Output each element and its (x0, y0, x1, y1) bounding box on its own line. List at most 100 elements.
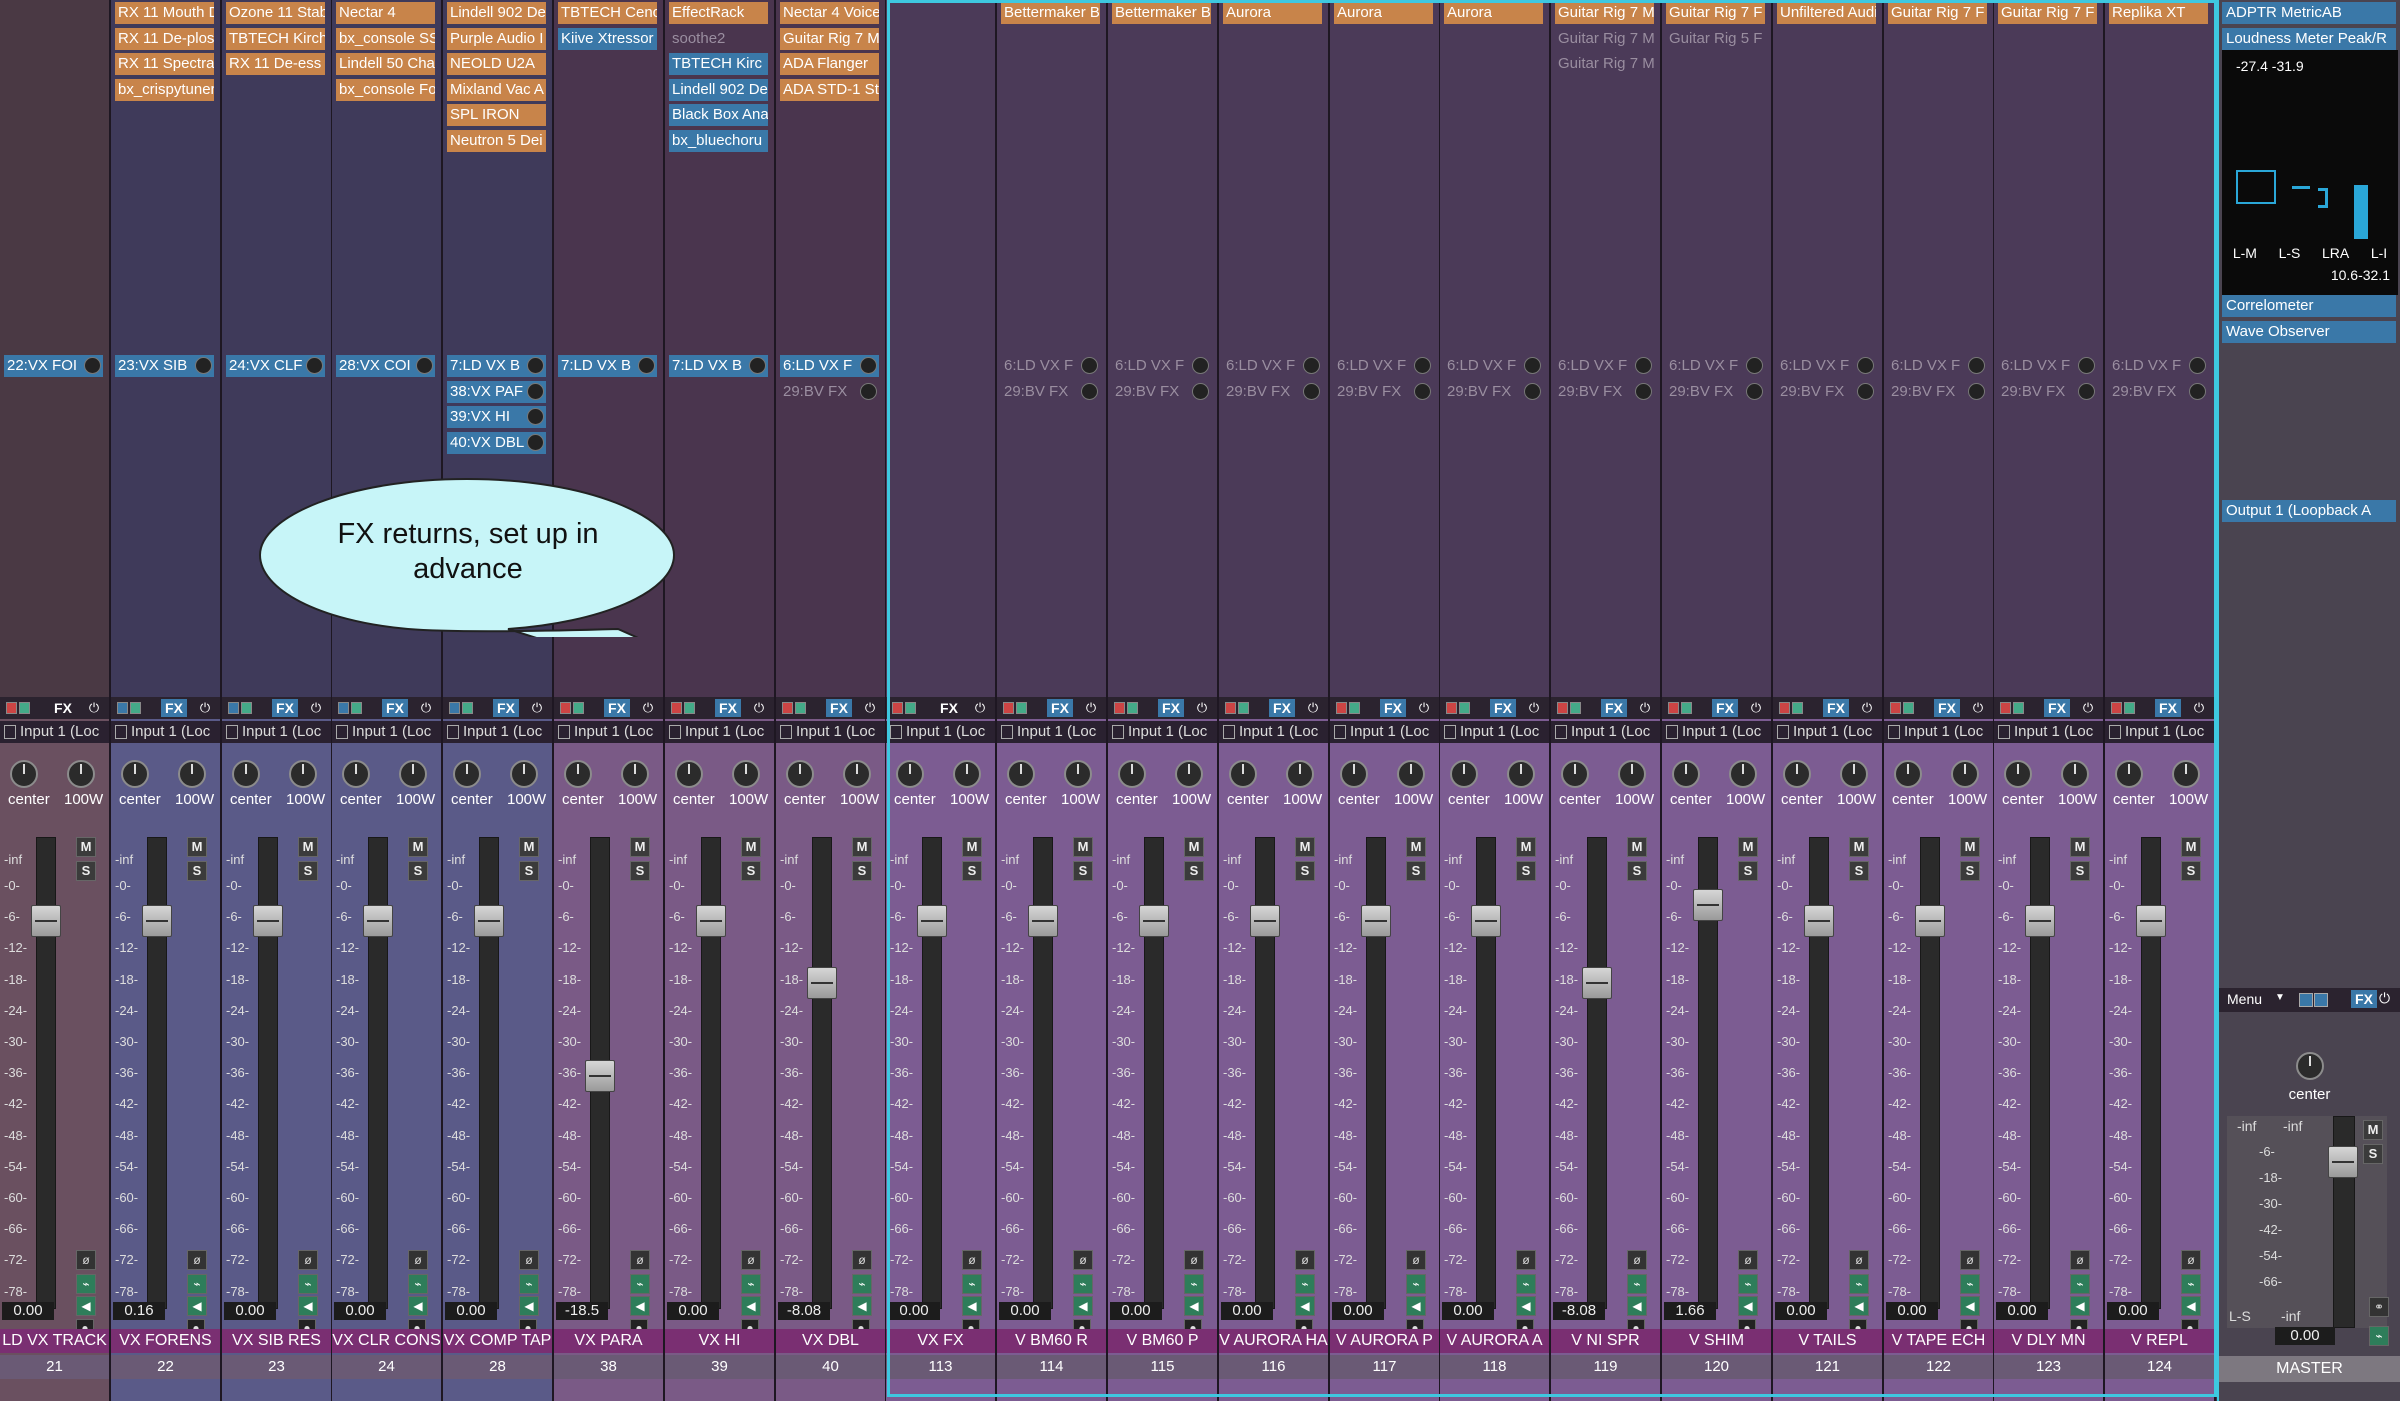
volume-readout[interactable]: 0.00 (334, 1302, 386, 1320)
fx-button[interactable]: FX (715, 699, 741, 717)
send-level-knob[interactable] (306, 357, 323, 374)
solo-button[interactable]: S (1849, 861, 1869, 881)
input-selector[interactable]: Input 1 (Loc (776, 721, 885, 743)
width-knob[interactable] (1064, 760, 1092, 788)
width-knob[interactable] (2061, 760, 2089, 788)
solo-button[interactable]: S (1516, 861, 1536, 881)
send-level-knob[interactable] (2078, 357, 2095, 374)
monitor-icon[interactable]: ◀ (1295, 1296, 1315, 1316)
mute-button[interactable]: M (1516, 837, 1536, 857)
phase-icon[interactable]: ø (852, 1250, 872, 1270)
send-slot[interactable]: 29:BV FX (1998, 381, 2097, 403)
fx-button[interactable]: FX (1269, 699, 1295, 717)
send-level-knob[interactable] (2189, 357, 2206, 374)
insert-slot[interactable]: TBTECH Cenc (558, 2, 657, 24)
send-level-knob[interactable] (527, 382, 544, 400)
input-selector[interactable]: Input 1 (Loc (886, 721, 995, 743)
monitor-icon[interactable]: ◀ (519, 1296, 539, 1316)
send-slot[interactable]: 29:BV FX (780, 381, 879, 403)
solo-button[interactable]: S (1073, 861, 1093, 881)
phase-icon[interactable]: ø (1960, 1250, 1980, 1270)
color-swatch[interactable] (2299, 993, 2313, 1007)
send-level-knob[interactable] (1303, 382, 1320, 400)
fader-thumb[interactable] (917, 904, 947, 937)
fader-thumb[interactable] (1139, 904, 1169, 937)
color-swatch[interactable] (905, 702, 916, 714)
monitor-icon[interactable]: ◀ (852, 1296, 872, 1316)
fx-button[interactable]: FX (1823, 699, 1849, 717)
insert-slot[interactable]: Guitar Rig 5 F (1666, 28, 1765, 50)
monitor-icon[interactable]: ◀ (741, 1296, 761, 1316)
solo-button[interactable]: S (962, 861, 982, 881)
fx-button[interactable]: FX (50, 699, 76, 717)
color-swatch[interactable] (2314, 993, 2328, 1007)
master-insert[interactable]: ADPTR MetricAB (2222, 2, 2396, 24)
width-knob[interactable] (1175, 760, 1203, 788)
pan-knob[interactable] (1340, 760, 1368, 788)
mute-button[interactable]: M (1406, 837, 1426, 857)
solo-button[interactable]: S (2070, 861, 2090, 881)
monitor-icon[interactable]: ◀ (1627, 1296, 1647, 1316)
pan-knob[interactable] (675, 760, 703, 788)
fader-thumb[interactable] (1471, 904, 1501, 937)
power-icon[interactable]: ⏻ (1637, 700, 1653, 716)
color-swatch[interactable] (462, 702, 473, 714)
color-swatch[interactable] (2000, 702, 2011, 714)
send-level-knob[interactable] (860, 382, 877, 400)
input-selector[interactable]: Input 1 (Loc (665, 721, 774, 743)
fader-thumb[interactable] (142, 904, 172, 937)
mute-button[interactable]: M (1627, 837, 1647, 857)
monitor-icon[interactable]: ◀ (1184, 1296, 1204, 1316)
input-selector[interactable]: Input 1 (Loc (1884, 721, 1993, 743)
color-swatch[interactable] (1446, 702, 1457, 714)
fx-button[interactable]: FX (382, 699, 408, 717)
pan-knob[interactable] (1561, 760, 1589, 788)
color-swatch[interactable] (684, 702, 695, 714)
phase-icon[interactable]: ø (1627, 1250, 1647, 1270)
fader-thumb[interactable] (1028, 904, 1058, 937)
width-knob[interactable] (1840, 760, 1868, 788)
color-swatch[interactable] (19, 702, 30, 714)
pan-knob[interactable] (232, 760, 260, 788)
width-knob[interactable] (1618, 760, 1646, 788)
insert-slot[interactable]: Lindell 902 De (669, 78, 768, 101)
automation-icon[interactable]: ⌁ (187, 1274, 207, 1294)
color-swatch[interactable] (1336, 702, 1347, 714)
send-slot[interactable]: 6:LD VX F (1888, 355, 1987, 377)
power-icon[interactable]: ⏻ (640, 700, 656, 716)
insert-slot[interactable]: TBTECH Kirc (669, 53, 768, 76)
color-swatch[interactable] (117, 702, 128, 714)
power-icon[interactable]: ⏻ (1859, 700, 1875, 716)
power-icon[interactable]: ⏻ (1970, 700, 1986, 716)
volume-readout[interactable]: 0.00 (1221, 1302, 1273, 1320)
send-level-knob[interactable] (1414, 357, 1431, 374)
mute-button[interactable]: M (187, 837, 207, 857)
phase-icon[interactable]: ø (1073, 1250, 1093, 1270)
monitor-icon[interactable]: ◀ (408, 1296, 428, 1316)
volume-readout[interactable]: 0.00 (2107, 1302, 2159, 1320)
width-knob[interactable] (621, 760, 649, 788)
color-swatch[interactable] (671, 702, 682, 714)
automation-icon[interactable]: ⌁ (408, 1274, 428, 1294)
input-selector[interactable]: Input 1 (Loc (1440, 721, 1549, 743)
monitor-icon[interactable]: ◀ (1516, 1296, 1536, 1316)
input-selector[interactable]: Input 1 (Loc (2105, 721, 2214, 743)
automation-icon[interactable]: ⌁ (1295, 1274, 1315, 1294)
power-icon[interactable]: ⏻ (86, 700, 102, 716)
monitor-icon[interactable]: ◀ (187, 1296, 207, 1316)
automation-icon[interactable]: ⌁ (1516, 1274, 1536, 1294)
insert-slot[interactable]: SPL IRON (447, 104, 546, 127)
color-swatch[interactable] (2124, 702, 2135, 714)
send-level-knob[interactable] (2189, 382, 2206, 400)
send-level-knob[interactable] (1857, 357, 1874, 374)
power-icon[interactable]: ⏻ (972, 700, 988, 716)
fx-button[interactable]: FX (161, 699, 187, 717)
phase-icon[interactable]: ø (1516, 1250, 1536, 1270)
insert-slot[interactable]: Lindell 50 Cha (336, 53, 435, 76)
pan-knob[interactable] (453, 760, 481, 788)
send-level-knob[interactable] (1081, 382, 1098, 400)
fx-button[interactable]: FX (272, 699, 298, 717)
send-slot[interactable]: 29:BV FX (2109, 381, 2208, 403)
fx-button[interactable]: FX (493, 699, 519, 717)
send-slot[interactable]: 6:LD VX F (1334, 355, 1433, 377)
